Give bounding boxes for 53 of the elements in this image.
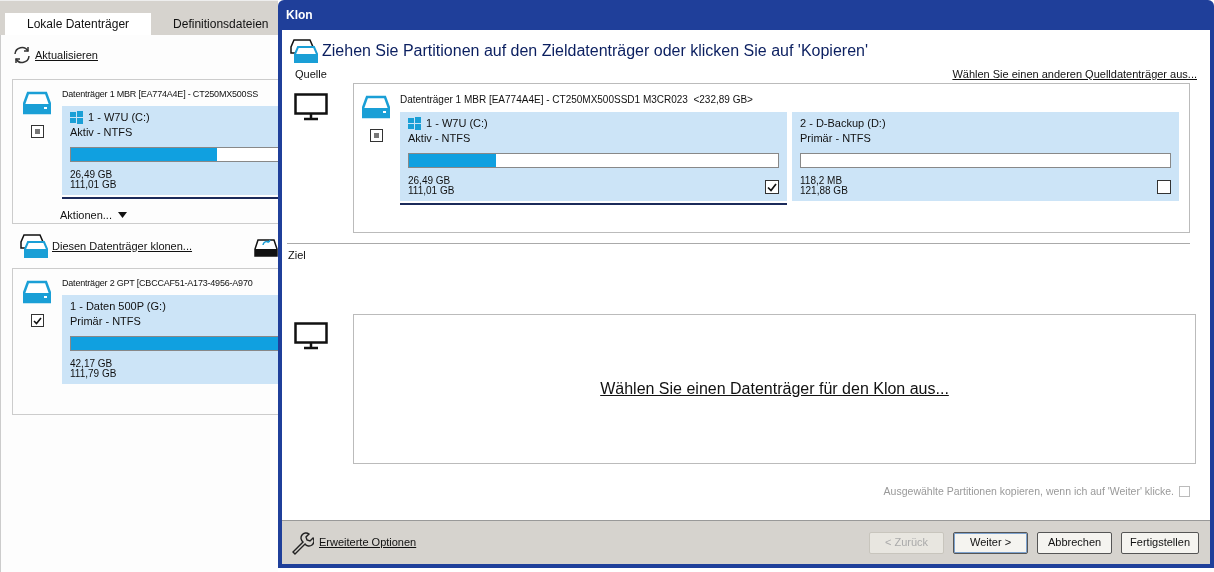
partition-type: Primär - NTFS bbox=[70, 314, 142, 328]
dialog-button[interactable]: Fertigstellen bbox=[1121, 531, 1199, 554]
wrench-icon bbox=[290, 530, 314, 555]
dialog-button[interactable]: Weiter > bbox=[953, 531, 1029, 554]
total-size: 111,01 GB bbox=[70, 179, 117, 190]
caret-icon bbox=[118, 211, 127, 218]
checkbox[interactable] bbox=[765, 180, 779, 194]
dialog-heading: Ziehen Sie Partitionen auf den Zieldatenträger oder klicken Sie auf 'Kopieren' bbox=[322, 40, 868, 61]
disks-icon bbox=[20, 234, 48, 258]
used-size: 26,49 GB bbox=[70, 169, 114, 180]
partition-type: Primär - NTFS bbox=[800, 131, 872, 145]
tab[interactable]: Definitionsdateien bbox=[151, 13, 278, 35]
partition-name: 1 - W7U (C:) bbox=[426, 116, 488, 132]
disks-icon bbox=[290, 38, 318, 63]
partition-block[interactable]: 1 - W7U (C:) Aktiv - NTFS 26,49 GB 111,01 GB bbox=[62, 105, 278, 195]
partition-name: 2 - D-Backup (D:) bbox=[800, 116, 886, 132]
checkbox[interactable] bbox=[30, 314, 44, 327]
tab[interactable]: Lokale Datenträger bbox=[5, 13, 152, 35]
partition-block[interactable]: 2 - D-Backup (D:) Primär - NTFS 118,2 MB 121,88 GB bbox=[792, 112, 1179, 201]
used-size: 118,2 MB bbox=[800, 176, 843, 186]
other-source-link[interactable]: Wählen Sie einen anderen Quelldatenträger aus... bbox=[952, 65, 1197, 83]
advanced-options-link[interactable]: Erweiterte Optionen bbox=[319, 534, 417, 551]
partition-block[interactable]: 1 - W7U (C:) Aktiv - NTFS 26,49 GB 111,01 GB bbox=[400, 112, 787, 201]
copy-option-label: Ausgewählte Partitionen kopieren, wenn ich auf 'Weiter' klicke. bbox=[883, 483, 1174, 499]
checkbox[interactable] bbox=[1157, 180, 1171, 194]
window-title: Klon bbox=[286, 7, 313, 24]
refresh-link[interactable]: Aktualisieren bbox=[35, 46, 98, 64]
select-target-link[interactable]: Wählen Sie einen Datenträger für den Klon aus... bbox=[600, 376, 949, 401]
dialog-button[interactable]: Abbrechen bbox=[1037, 531, 1113, 554]
checkbox[interactable] bbox=[369, 129, 383, 142]
partition-name: 1 - W7U (C:) bbox=[88, 109, 150, 125]
partition-name: 1 - Daten 500P (G:) bbox=[70, 299, 166, 315]
monitor-icon bbox=[294, 321, 328, 350]
disk-header: Datenträger 1 MBR [EA774A4E] - CT250MX500SSD1 M3CR023 <232,89 GB> bbox=[400, 93, 754, 107]
windows-logo-icon bbox=[70, 110, 83, 124]
refresh-icon bbox=[12, 45, 32, 65]
target-label: Ziel bbox=[287, 248, 307, 263]
total-size: 111,79 GB bbox=[70, 369, 117, 379]
partition-type: Aktiv - NTFS bbox=[70, 124, 134, 139]
windows-logo-icon bbox=[408, 117, 421, 130]
partition-type: Aktiv - NTFS bbox=[408, 131, 472, 145]
checkbox[interactable] bbox=[30, 125, 44, 138]
disk-header: Datenträger 1 MBR [EA774A4E] - CT250MX500SS bbox=[62, 88, 258, 101]
source-label: Quelle bbox=[295, 66, 327, 82]
total-size: 111,01 GB bbox=[408, 186, 455, 196]
total-size: 121,88 GB bbox=[800, 186, 848, 196]
clone-link[interactable]: Diesen Datenträger klonen... bbox=[52, 237, 193, 255]
used-size: 26,49 GB bbox=[408, 176, 451, 186]
used-size: 42,17 GB bbox=[70, 359, 113, 369]
disk-header: Datenträger 2 GPT [CBCCAF51-A173-4956-A970 bbox=[62, 277, 253, 290]
monitor-icon bbox=[294, 93, 328, 121]
partition-block[interactable]: 1 - Daten 500P (G:) Primär - NTFS 42,17 GB 111,79 GB bbox=[62, 295, 278, 384]
actions-menu[interactable]: Aktionen... bbox=[60, 206, 112, 223]
